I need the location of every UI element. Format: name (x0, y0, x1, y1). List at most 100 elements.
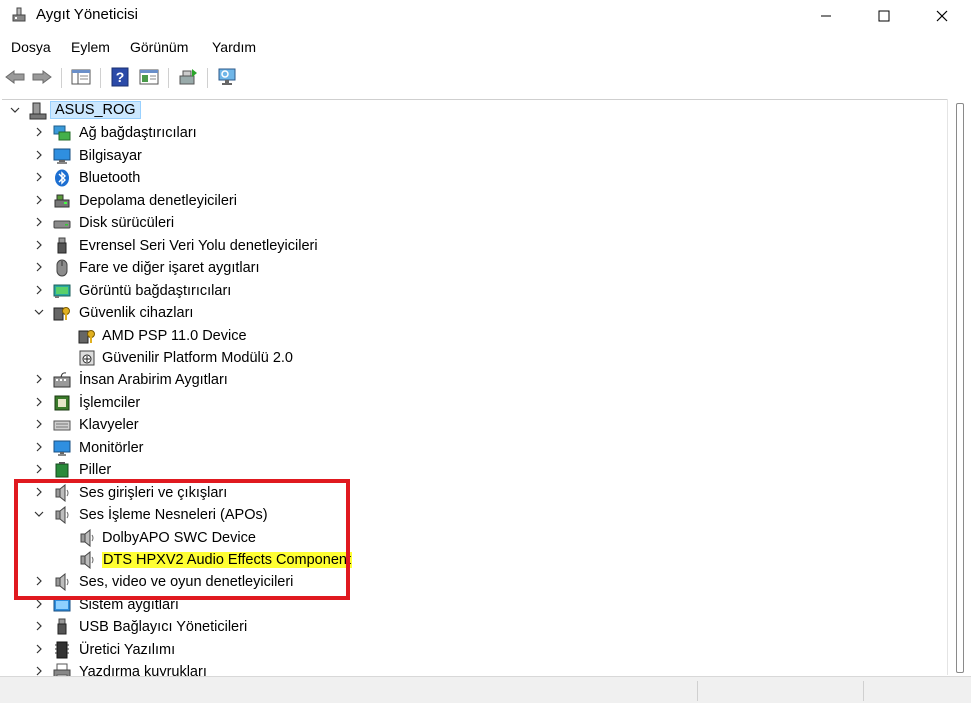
maximize-icon (878, 10, 890, 22)
scan-hardware-button[interactable] (216, 66, 238, 88)
chevron-right-icon[interactable] (32, 642, 46, 656)
tree-item-label: Fare ve diğer işaret aygıtları (79, 260, 260, 277)
tree-category[interactable]: Yazdırma kuyrukları (2, 661, 947, 676)
tree-category[interactable]: Monitörler (2, 437, 947, 459)
details-view-button[interactable] (138, 66, 160, 88)
chevron-right-icon[interactable] (32, 395, 46, 409)
menu-help[interactable]: Yardım (212, 39, 256, 55)
chevron-right-icon[interactable] (32, 215, 46, 229)
tree-item-label: Ses, video ve oyun denetleyicileri (79, 574, 294, 591)
tree-category[interactable]: İnsan Arabirim Aygıtları (2, 369, 947, 391)
chevron-right-icon[interactable] (32, 238, 46, 252)
chevron-down-icon[interactable] (32, 507, 46, 521)
tree-item-label: İşlemciler (79, 394, 141, 411)
battery-icon (55, 462, 69, 478)
chevron-right-icon[interactable] (32, 619, 46, 633)
tree-category[interactable]: Bluetooth (2, 167, 947, 189)
tree-category[interactable]: Fare ve diğer işaret aygıtları (2, 257, 947, 279)
tree-category[interactable]: Depolama denetleyicileri (2, 190, 947, 212)
minimize-icon (821, 15, 831, 17)
close-button[interactable] (919, 0, 965, 32)
speaker-icon (80, 551, 94, 569)
back-button[interactable] (4, 66, 26, 88)
processor-icon (54, 395, 70, 411)
tree-category[interactable]: İşlemciler (2, 392, 947, 414)
tree-device[interactable]: DTS HPXV2 Audio Effects Component (2, 549, 947, 571)
chevron-right-icon[interactable] (32, 417, 46, 431)
vertical-scrollbar[interactable] (947, 99, 971, 675)
tree-category[interactable]: Görüntü bağdaştırıcıları (2, 280, 947, 302)
chevron-right-icon[interactable] (32, 260, 46, 274)
speaker-icon (80, 528, 94, 547)
window-title: Aygıt Yöneticisi (36, 6, 139, 23)
tree-category[interactable]: Piller (2, 459, 947, 481)
tree-category[interactable]: USB Bağlayıcı Yöneticileri (2, 616, 947, 638)
tree-category[interactable]: Ağ bağdaştırıcıları (2, 122, 947, 144)
system-device-icon (53, 598, 71, 612)
firmware-icon (55, 641, 69, 659)
tree-device[interactable]: Güvenilir Platform Modülü 2.0 (2, 347, 947, 369)
forward-button[interactable] (31, 66, 53, 88)
speaker-icon (55, 506, 69, 525)
tree-category[interactable]: Ses İşleme Nesneleri (APOs) (2, 504, 947, 526)
chevron-down-icon[interactable] (32, 305, 46, 319)
chevron-right-icon[interactable] (32, 283, 46, 297)
minimize-button[interactable] (803, 0, 849, 32)
title-bar: Aygıt Yöneticisi (0, 0, 971, 32)
chevron-right-icon[interactable] (32, 485, 46, 499)
usb-connector-icon (57, 618, 67, 635)
chevron-right-icon[interactable] (32, 170, 46, 184)
tree-device[interactable]: AMD PSP 11.0 Device (2, 325, 947, 347)
chevron-right-icon[interactable] (32, 193, 46, 207)
scrollbar-thumb[interactable] (956, 103, 964, 673)
printer-icon (53, 663, 71, 676)
help-button[interactable]: ? (109, 66, 131, 88)
computer-icon (53, 148, 71, 164)
chevron-right-icon[interactable] (32, 574, 46, 588)
tree-category[interactable]: Bilgisayar (2, 145, 947, 167)
chevron-right-icon[interactable] (32, 462, 46, 476)
device-tree[interactable]: ASUS_ROG Ağ bağdaştırıcıları Bilgisayar Blu… (2, 99, 947, 676)
tree-item-label: Yazdırma kuyrukları (79, 664, 207, 676)
tree-item-label: Güvenilir Platform Modülü 2.0 (102, 349, 293, 366)
tree-item-label: AMD PSP 11.0 Device (102, 327, 247, 344)
chevron-right-icon[interactable] (32, 440, 46, 454)
status-bar (0, 676, 971, 703)
chevron-right-icon[interactable] (32, 664, 46, 676)
chevron-right-icon[interactable] (32, 597, 46, 611)
tree-device[interactable]: DolbyAPO SWC Device (2, 527, 947, 549)
toolbar: ? (0, 62, 971, 92)
tree-item-label: Disk sürücüleri (79, 215, 175, 232)
tree-item-label: Klavyeler (79, 417, 139, 434)
chevron-right-icon[interactable] (32, 125, 46, 139)
security-device-icon (53, 307, 70, 321)
tree-category[interactable]: Ses girişleri ve çıkışları (2, 482, 947, 504)
tree-category[interactable]: Sistem aygıtları (2, 594, 947, 616)
tree-root[interactable]: ASUS_ROG (2, 100, 947, 122)
tree-category[interactable]: Güvenlik cihazları (2, 302, 947, 324)
tree-item-label: Monitörler (79, 439, 144, 456)
menu-file[interactable]: Dosya (11, 39, 51, 55)
tree-category[interactable]: Evrensel Seri Veri Yolu denetleyicileri (2, 235, 947, 257)
chevron-right-icon[interactable] (32, 148, 46, 162)
tree-category[interactable]: Üretici Yazılımı (2, 639, 947, 661)
tree-category[interactable]: Disk sürücüleri (2, 212, 947, 234)
menu-view[interactable]: Görünüm (130, 39, 188, 55)
monitor-icon (53, 440, 71, 456)
tree-item-label: USB Bağlayıcı Yöneticileri (79, 619, 248, 636)
tree-item-label: Ağ bağdaştırıcıları (79, 125, 197, 142)
tree-category[interactable]: Klavyeler (2, 414, 947, 436)
chevron-down-icon[interactable] (8, 103, 22, 117)
tree-category[interactable]: Ses, video ve oyun denetleyicileri (2, 571, 947, 593)
maximize-button[interactable] (861, 0, 907, 32)
menu-bar: Dosya Eylem Görünüm Yardım (0, 36, 971, 60)
update-driver-icon (179, 69, 197, 85)
update-driver-button[interactable] (177, 66, 199, 88)
tree-item-label: Ses girişleri ve çıkışları (79, 484, 228, 501)
tree-item-label: Üretici Yazılımı (79, 641, 176, 658)
menu-action[interactable]: Eylem (71, 39, 110, 55)
tree-item-label: Güvenlik cihazları (79, 305, 194, 322)
properties-panel-button[interactable] (70, 66, 92, 88)
chevron-right-icon[interactable] (32, 372, 46, 386)
device-manager-icon (12, 7, 26, 22)
